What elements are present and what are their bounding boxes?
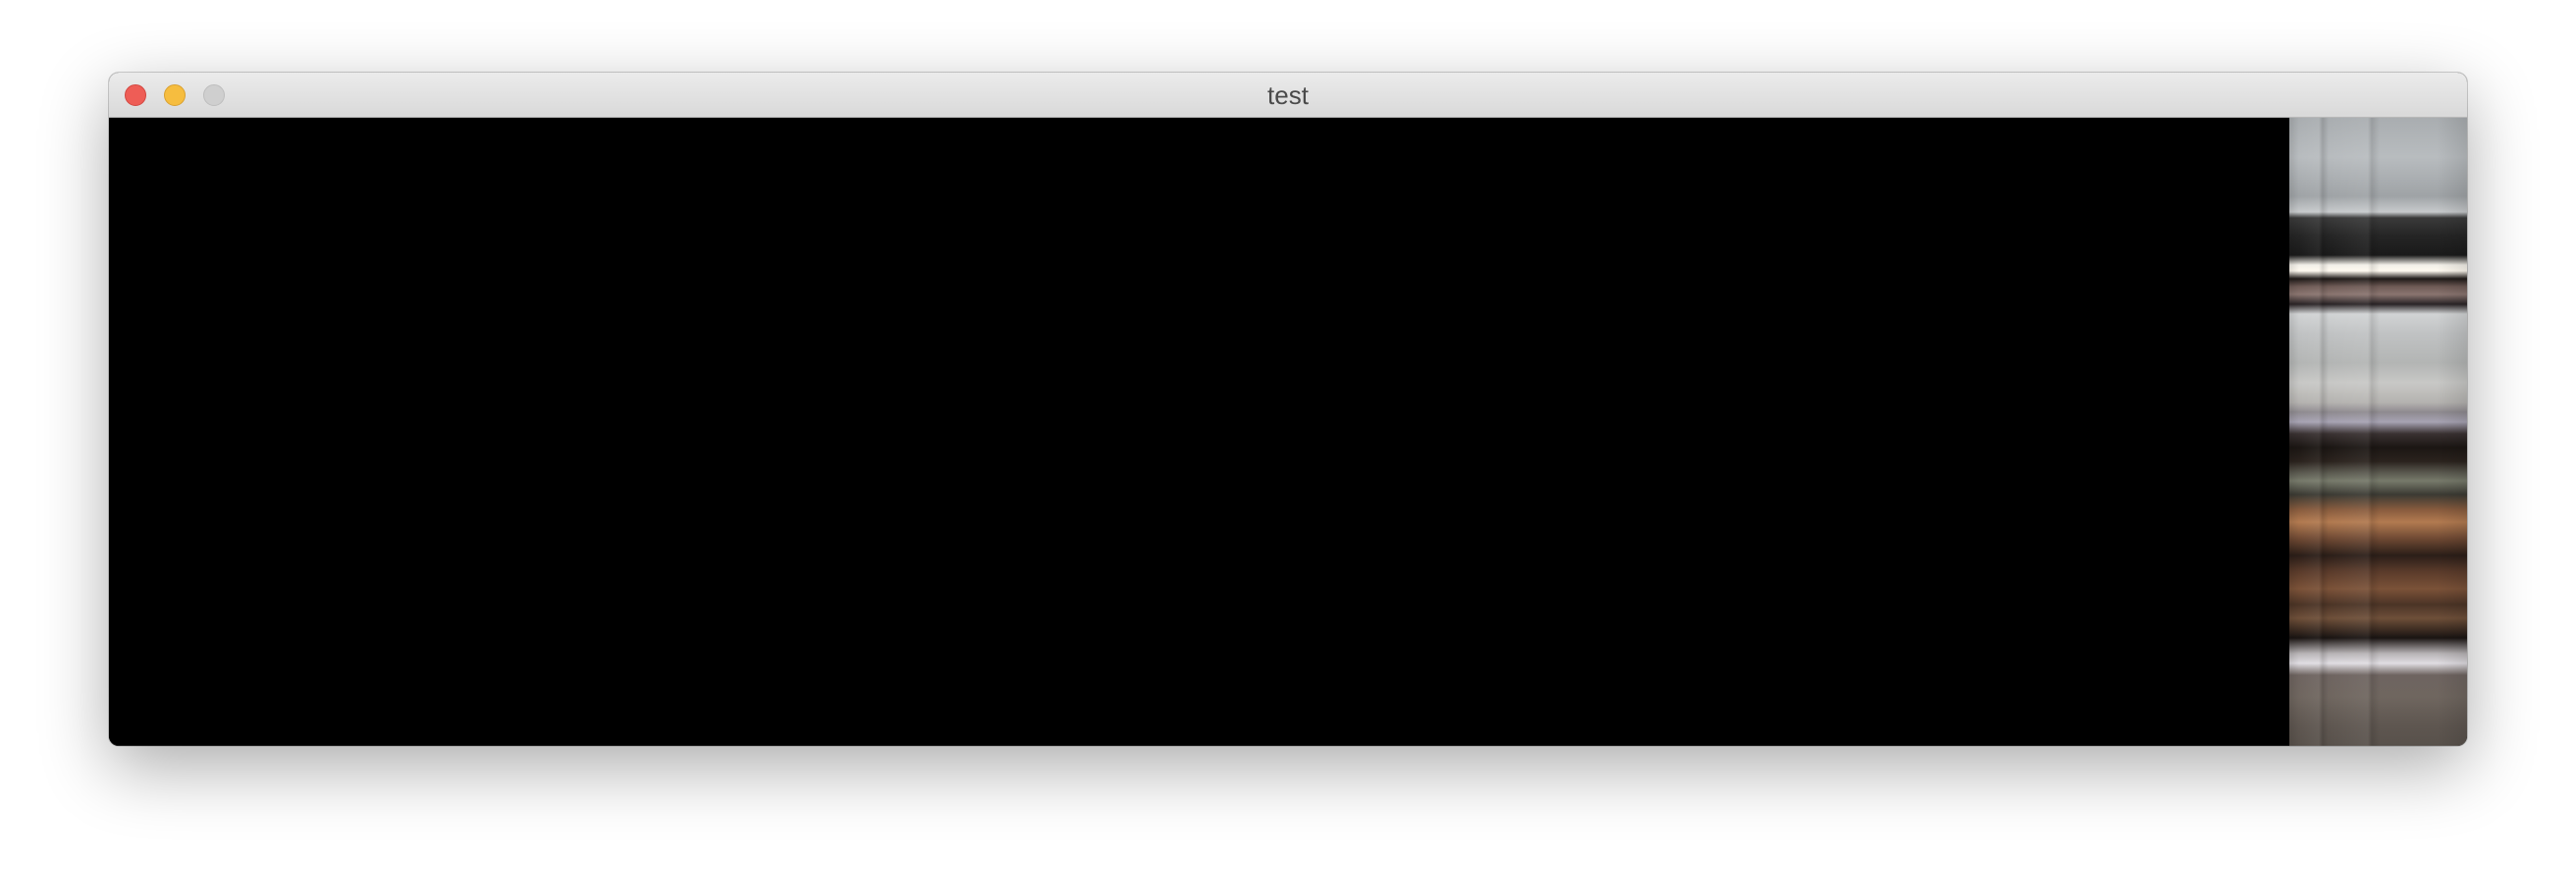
window-content [109,118,2467,746]
app-window: test [109,73,2467,746]
stretched-image-strip [2289,118,2467,746]
window-title: test [1267,80,1309,110]
black-canvas [109,118,2289,746]
title-bar[interactable]: test [109,73,2467,118]
